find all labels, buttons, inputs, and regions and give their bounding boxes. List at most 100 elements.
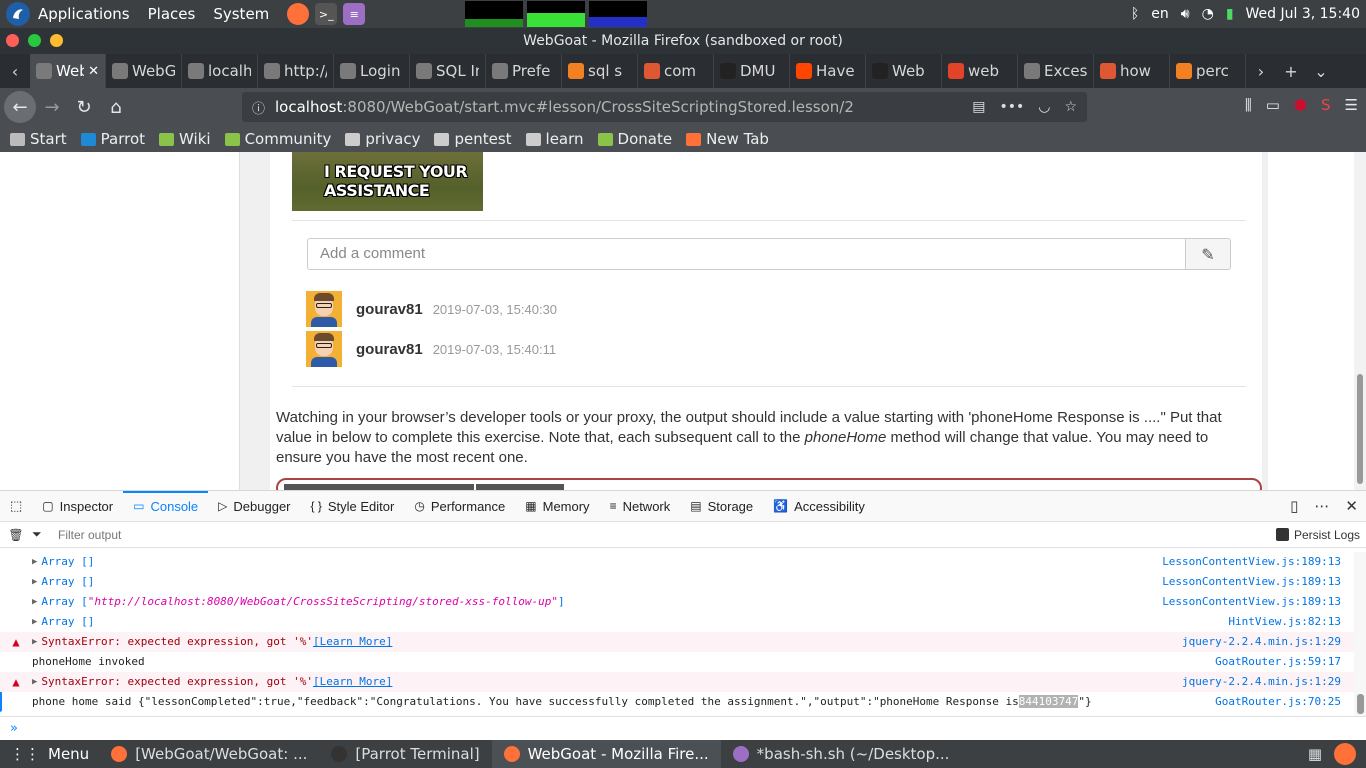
browser-tab[interactable]: Prefe (486, 54, 562, 88)
applications-menu[interactable]: Applications (38, 5, 130, 23)
wifi-icon[interactable]: ◔ (1202, 6, 1214, 22)
expand-twisty-icon[interactable]: ▶ (32, 577, 37, 587)
browser-tab[interactable]: Web (866, 54, 942, 88)
browser-tab[interactable]: web (942, 54, 1018, 88)
devtools-tab-debugger[interactable]: ▷ Debugger (208, 491, 300, 521)
back-button[interactable]: ← (4, 91, 36, 123)
reader-view-icon[interactable]: ▤ (972, 99, 985, 115)
devtools-tab-console[interactable]: ▭ Console (123, 491, 209, 521)
browser-tab[interactable]: WebGo (106, 54, 182, 88)
post-comment-button[interactable]: ✎ (1185, 238, 1231, 270)
console-input[interactable]: » (0, 716, 1366, 740)
devtools-tab-style-editor[interactable]: { } Style Editor (301, 491, 405, 521)
taskbar-menu-button[interactable]: ⋮⋮ Menu (0, 745, 99, 763)
library-icon[interactable]: ⫼ (1245, 96, 1252, 114)
forward-button[interactable]: → (36, 91, 68, 123)
parrot-logo-icon[interactable] (6, 2, 30, 26)
browser-tab[interactable]: Have (790, 54, 866, 88)
learn-more-link[interactable]: [Learn More] (313, 675, 392, 688)
close-tab-icon[interactable]: ✕ (88, 64, 99, 79)
places-menu[interactable]: Places (148, 5, 196, 23)
browser-tab[interactable]: how (1094, 54, 1170, 88)
devtools-tab-storage[interactable]: ▤ Storage (680, 491, 763, 521)
tabs-scroll-left-icon[interactable]: ‹ (0, 54, 30, 88)
expand-twisty-icon[interactable]: ▶ (32, 597, 37, 607)
hamburger-menu-icon[interactable]: ☰ (1345, 96, 1358, 114)
browser-tab[interactable]: perc (1170, 54, 1246, 88)
pocket-icon[interactable]: ◡ (1038, 99, 1050, 115)
battery-icon[interactable]: ▮ (1226, 6, 1234, 22)
minimize-window-icon[interactable] (50, 34, 63, 47)
expand-twisty-icon[interactable]: ▶ (32, 617, 37, 627)
browser-tab[interactable]: DMU (714, 54, 790, 88)
workspace-switcher-icon[interactable]: ▦ (1308, 745, 1322, 763)
close-devtools-icon[interactable]: ✕ (1345, 497, 1358, 515)
persist-logs-toggle[interactable]: Persist Logs (1275, 528, 1366, 542)
tabs-scroll-right-icon[interactable]: › (1246, 54, 1276, 88)
source-link[interactable]: GoatRouter.js:59:17 (1215, 655, 1341, 668)
devtools-tab-inspector[interactable]: ▢ Inspector (32, 491, 123, 521)
devtools-menu-icon[interactable]: ⋯ (1314, 497, 1329, 515)
taskbar-window-button[interactable]: [WebGoat/WebGoat: ... (99, 740, 319, 768)
bookmark-item[interactable]: New Tab (686, 130, 769, 148)
expand-twisty-icon[interactable]: ▶ (32, 557, 37, 567)
source-link[interactable]: LessonContentView.js:189:13 (1162, 555, 1341, 568)
clock[interactable]: Wed Jul 3, 15:40 (1246, 6, 1360, 22)
url-bar[interactable]: ⓘ localhost:8080/WebGoat/start.mvc#lesso… (242, 92, 1087, 122)
browser-tab[interactable]: http://lo (258, 54, 334, 88)
sidebar-icon[interactable]: ▭ (1266, 96, 1280, 114)
console-scrollbar[interactable] (1354, 552, 1366, 716)
language-indicator[interactable]: en (1151, 6, 1169, 22)
close-window-icon[interactable] (6, 34, 19, 47)
devtools-tab-memory[interactable]: ▦ Memory (515, 491, 599, 521)
bookmark-item[interactable]: Parrot (80, 130, 145, 148)
firefox-tray-icon[interactable] (1334, 743, 1356, 765)
page-actions-icon[interactable]: ••• (999, 99, 1024, 115)
bookmark-item[interactable]: pentest (434, 130, 512, 148)
comment-input[interactable]: Add a comment (307, 238, 1186, 270)
expand-twisty-icon[interactable]: ▶ (32, 637, 37, 647)
filter-input[interactable]: Filter output (58, 528, 121, 542)
reload-button[interactable]: ↻ (68, 91, 100, 123)
devtools-tab-accessibility[interactable]: ♿ Accessibility (763, 491, 875, 521)
persist-checkbox[interactable] (1275, 528, 1289, 541)
browser-tab[interactable]: WebG ✕ (30, 54, 106, 88)
browser-tab[interactable]: com (638, 54, 714, 88)
source-link[interactable]: GoatRouter.js:70:25 (1215, 695, 1341, 708)
bookmark-item[interactable]: Wiki (159, 130, 211, 148)
source-link[interactable]: LessonContentView.js:189:13 (1162, 595, 1341, 608)
devtools-tab-network[interactable]: ≡ Network (600, 491, 681, 521)
bluetooth-icon[interactable]: ᛒ (1131, 6, 1139, 22)
expand-twisty-icon[interactable]: ▶ (32, 677, 37, 687)
clear-console-icon[interactable]: 🗑︎ (0, 528, 32, 542)
bookmark-item[interactable]: Community (224, 130, 331, 148)
browser-tab[interactable]: localhos (182, 54, 258, 88)
browser-tab[interactable]: SQL Inte (410, 54, 486, 88)
new-tab-icon[interactable]: + (1276, 54, 1306, 88)
source-link[interactable]: LessonContentView.js:189:13 (1162, 575, 1341, 588)
browser-tab[interactable]: sql s (562, 54, 638, 88)
bookmark-item[interactable]: Start (10, 130, 67, 148)
bookmark-item[interactable]: Donate (597, 130, 672, 148)
learn-more-link[interactable]: [Learn More] (313, 635, 392, 648)
source-link[interactable]: jquery-2.2.4.min.js:1:29 (1182, 635, 1341, 648)
tab-list-icon[interactable]: ⌄ (1306, 54, 1336, 88)
ublock-icon[interactable]: ⬢ (1294, 96, 1307, 114)
taskbar-window-button[interactable]: *bash-sh.sh (~/Desktop... (721, 740, 962, 768)
system-menu[interactable]: System (213, 5, 269, 23)
devtools-tab-performance[interactable]: ◷ Performance (404, 491, 515, 521)
bookmark-item[interactable]: learn (525, 130, 584, 148)
extension-icon[interactable]: S (1321, 96, 1331, 114)
home-button[interactable]: ⌂ (100, 91, 132, 123)
source-link[interactable]: HintView.js:82:13 (1228, 615, 1341, 628)
taskbar-window-button[interactable]: WebGoat - Mozilla Fire... (491, 740, 721, 768)
browser-tab[interactable]: Login Pa (334, 54, 410, 88)
source-link[interactable]: jquery-2.2.4.min.js:1:29 (1182, 675, 1341, 688)
bookmark-star-icon[interactable]: ☆ (1064, 99, 1077, 115)
terminal-launcher-icon[interactable]: >_ (315, 3, 338, 25)
site-info-icon[interactable]: ⓘ (252, 98, 265, 117)
element-picker-icon[interactable]: ⬚ (0, 491, 32, 521)
firefox-launcher-icon[interactable] (287, 3, 310, 25)
page-scrollbar[interactable] (1354, 152, 1366, 490)
taskbar-window-button[interactable]: [Parrot Terminal] (319, 740, 491, 768)
